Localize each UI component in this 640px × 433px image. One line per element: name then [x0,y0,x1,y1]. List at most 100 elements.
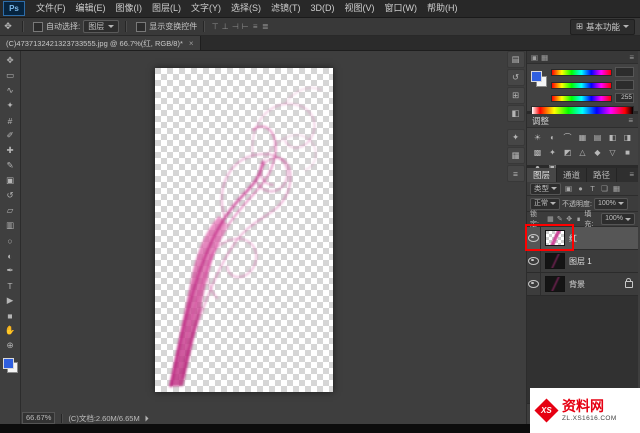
history-brush-tool[interactable]: ↺ [2,188,19,203]
close-icon[interactable]: × [189,39,194,48]
menu-image[interactable]: 图像(I) [111,0,148,17]
align-right-icon[interactable]: ⊢ [240,22,250,31]
quick-selection-tool[interactable]: ✦ [2,98,19,113]
status-options-icon[interactable] [145,415,149,421]
filter-smart-objects-icon[interactable]: ▦ [612,184,621,193]
info-panel-icon[interactable]: ⊞ [506,87,525,104]
menu-view[interactable]: 视图(V) [340,0,380,17]
zoom-level[interactable]: 66.67% [22,412,56,424]
menu-layer[interactable]: 图层(L) [147,0,186,17]
dodge-tool[interactable]: ◐ [2,248,19,263]
layer-name[interactable]: 背景 [569,279,585,290]
filter-adjustment-layers-icon[interactable]: ● [576,184,585,193]
menu-help[interactable]: 帮助(H) [422,0,463,17]
swatches-panel-tab-icon[interactable]: ▦ [541,53,548,62]
distribute-vertical-icon[interactable]: ≡ [250,22,260,31]
type-tool[interactable]: T [2,278,19,293]
menu-3d[interactable]: 3D(D) [306,0,340,17]
distribute-horizontal-icon[interactable]: ≣ [260,22,270,31]
path-selection-tool[interactable]: ▶ [2,293,19,308]
paths-panel-icon[interactable]: ≡ [506,165,525,182]
blend-mode-dropdown[interactable]: 正常 [530,197,560,210]
brightness-adjustment-icon[interactable]: ☀ [530,130,545,145]
menu-filter[interactable]: 滤镜(T) [266,0,306,17]
align-top-icon[interactable]: ⊤ [210,22,220,31]
channels-panel-icon[interactable]: ▦ [506,147,525,164]
tab-layers[interactable]: 图层 [527,168,558,182]
curves-adjustment-icon[interactable]: ⌒ [560,130,575,145]
color-value-red[interactable] [615,67,634,77]
layer-thumbnail[interactable] [545,276,565,292]
workspace-switcher[interactable]: ⊞ 基本功能 [569,18,635,35]
panel-menu-icon[interactable]: ≡ [628,116,633,125]
foreground-color-swatch[interactable] [531,71,542,82]
threshold-adjustment-icon[interactable]: ■ [620,145,635,160]
panel-menu-icon[interactable]: ≡ [629,53,634,62]
vibrance-adjustment-icon[interactable]: ▤ [590,130,605,145]
tab-paths[interactable]: 路径 [587,168,618,182]
visibility-toggle[interactable] [527,273,541,295]
color-panel-tab-icon[interactable]: ▣ [531,53,538,62]
shape-tool[interactable]: ■ [2,308,19,323]
align-left-icon[interactable]: ⊣ [230,22,240,31]
color-balance-adjustment-icon[interactable]: ◨ [620,130,635,145]
menu-window[interactable]: 窗口(W) [380,0,423,17]
layer-thumbnail[interactable] [545,253,565,269]
panel-color-swatches[interactable] [531,71,547,87]
history-panel-icon[interactable]: ↺ [506,69,525,86]
masks-panel-icon[interactable]: ◧ [506,105,525,122]
tab-channels[interactable]: 通道 [557,168,588,182]
marquee-tool[interactable]: ▭ [2,68,19,83]
foreground-color-swatch[interactable] [2,358,14,369]
eyedropper-tool[interactable]: ✐ [2,128,19,143]
color-slider-red[interactable] [551,68,612,76]
black-white-adjustment-icon[interactable]: ▩ [530,145,545,160]
lasso-tool[interactable]: ∿ [2,83,19,98]
color-value-green[interactable] [615,80,634,90]
pen-tool[interactable]: ✒ [2,263,19,278]
crop-tool[interactable]: # [2,113,19,128]
color-slider-green[interactable] [551,81,612,89]
lock-transparency-icon[interactable]: ▦ [547,215,554,223]
clone-stamp-tool[interactable]: ▣ [2,173,19,188]
panel-menu-icon[interactable]: ≡ [629,168,638,182]
filter-type-layers-icon[interactable]: T [588,184,597,193]
color-lookup-adjustment-icon[interactable]: △ [575,145,590,160]
auto-select-dropdown[interactable]: 图层 [83,20,120,33]
styles-panel-icon[interactable]: ✦ [506,129,525,146]
menu-edit[interactable]: 编辑(E) [71,0,111,17]
menu-file[interactable]: 文件(F) [31,0,71,17]
exposure-adjustment-icon[interactable]: ▦ [575,130,590,145]
document-tab[interactable]: (C)4737132421323733555.jpg @ 66.7%(红, RG… [0,36,201,50]
menu-type[interactable]: 文字(Y) [186,0,226,17]
posterize-adjustment-icon[interactable]: ▽ [605,145,620,160]
show-transform-checkbox[interactable] [136,21,147,32]
canvas[interactable] [155,68,333,392]
color-value-blue[interactable]: 255 [615,93,634,103]
hand-tool[interactable]: ✋ [2,323,19,338]
properties-panel-icon[interactable]: ▤ [506,51,525,68]
layer-row-background[interactable]: 背景 [527,273,638,296]
zoom-tool[interactable]: ⊕ [2,338,19,353]
filter-pixel-layers-icon[interactable]: ▣ [564,184,573,193]
layer-filter-dropdown[interactable]: 类型 [530,182,561,195]
channel-mixer-adjustment-icon[interactable]: ◩ [560,145,575,160]
photo-filter-adjustment-icon[interactable]: ✦ [545,145,560,160]
filter-shape-layers-icon[interactable]: ❏ [600,184,609,193]
color-slider-blue[interactable] [551,94,612,102]
levels-adjustment-icon[interactable]: ◐ [545,130,560,145]
visibility-toggle[interactable] [527,250,541,272]
healing-brush-tool[interactable]: ✚ [2,143,19,158]
opacity-dropdown[interactable]: 100% [593,197,628,210]
foreground-background-swatches[interactable] [2,358,18,373]
lock-all-icon[interactable]: ∎ [575,215,582,223]
align-bottom-icon[interactable]: ⊥ [220,22,230,31]
lock-pixels-icon[interactable]: ✎ [556,215,563,223]
menu-select[interactable]: 选择(S) [226,0,266,17]
gradient-tool[interactable]: ▥ [2,218,19,233]
layer-name[interactable]: 图层 1 [569,256,592,267]
brush-tool[interactable]: ✎ [2,158,19,173]
hue-saturation-adjustment-icon[interactable]: ◧ [605,130,620,145]
eraser-tool[interactable]: ▱ [2,203,19,218]
layer-row-layer1[interactable]: 图层 1 [527,250,638,273]
